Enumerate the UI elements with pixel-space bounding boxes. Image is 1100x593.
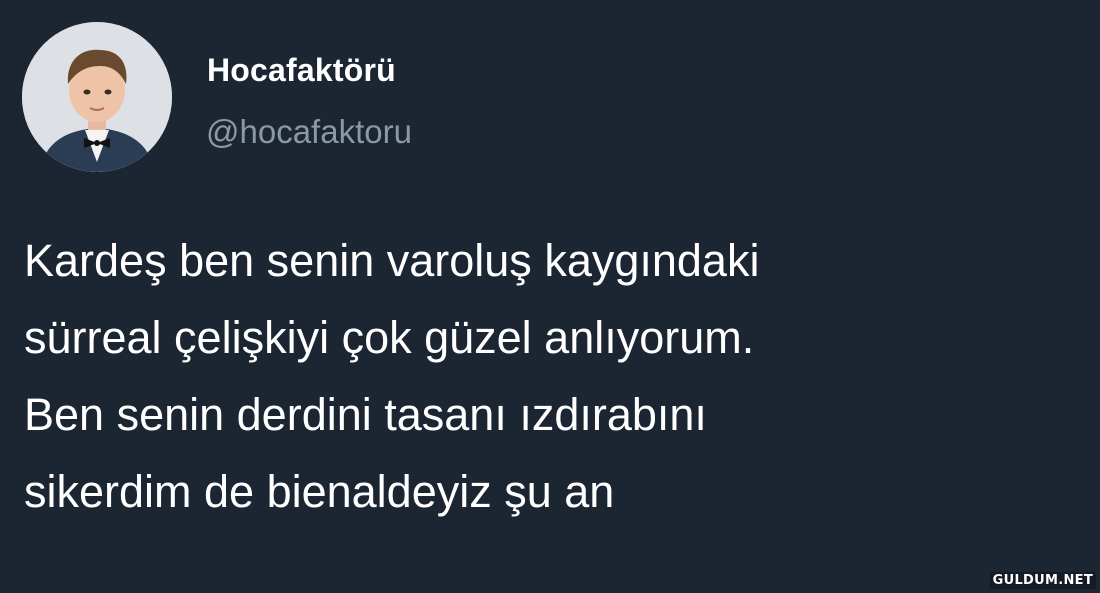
display-name[interactable]: Hocafaktörü (207, 52, 396, 89)
user-handle[interactable]: @hocafaktoru (206, 113, 412, 151)
tweet-text: Kardeş ben senin varoluş kaygındaki sürr… (24, 235, 760, 517)
tweet-card: Hocafaktörü @hocafaktoru Kardeş ben seni… (0, 0, 1100, 593)
site-watermark: GULDUM.NET (989, 572, 1096, 589)
profile-avatar[interactable] (22, 22, 172, 172)
child-portrait-icon (22, 22, 172, 172)
